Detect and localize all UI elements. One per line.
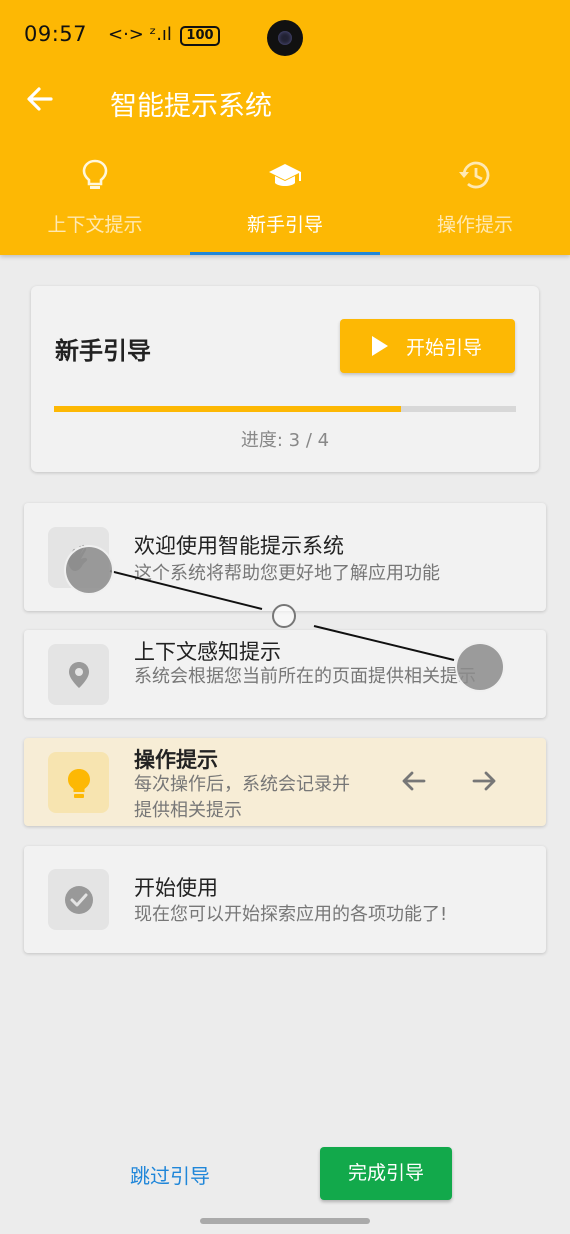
finish-guide-button[interactable]: 完成引导 — [320, 1147, 452, 1200]
skip-guide-link[interactable]: 跳过引导 — [130, 1160, 210, 1189]
gesture-center-icon — [272, 604, 296, 628]
home-indicator[interactable] — [200, 1218, 370, 1224]
touch-point-icon — [455, 642, 505, 692]
touch-point-icon — [64, 545, 114, 595]
